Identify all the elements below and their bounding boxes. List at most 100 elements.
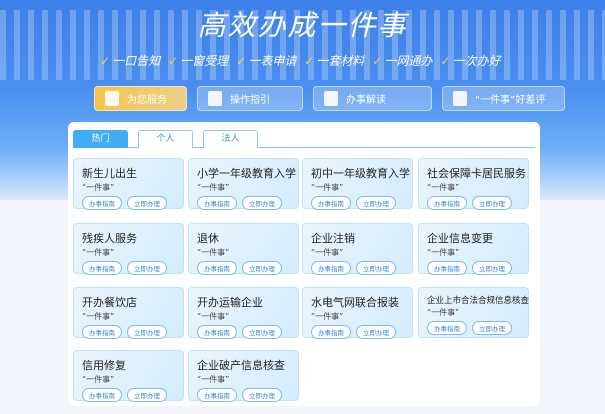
- card-title: 企业信息变更: [427, 232, 493, 245]
- slogans: ✓ 一口告知 ✓ 一窗受理 ✓ 一表申请 ✓ 一套材料 ✓ 一网通办 ✓ 一次办好: [100, 52, 500, 69]
- service-card[interactable]: 企业破产信息核查 “一件事” 办事指南 立即办理: [188, 350, 299, 402]
- apply-button[interactable]: 立即办理: [242, 388, 282, 402]
- service-card[interactable]: 残疾人服务 “一件事” 办事指南 立即办理: [73, 223, 184, 275]
- guide-button[interactable]: 办事指南: [427, 261, 467, 275]
- guide-button[interactable]: 办事指南: [197, 261, 237, 275]
- apply-button[interactable]: 立即办理: [472, 196, 512, 210]
- slogan-text: 一网通办: [384, 54, 433, 68]
- slogan-item: ✓ 一口告知: [100, 52, 160, 69]
- card-subtitle: “一件事”: [311, 183, 344, 192]
- service-card[interactable]: 社会保障卡居民服务 “一件事” 办事指南 立即办理: [418, 158, 529, 210]
- card-subtitle: “一件事”: [82, 248, 115, 257]
- guide-button[interactable]: 办事指南: [82, 196, 122, 210]
- slogan-text: 一次办好: [452, 54, 501, 68]
- card-title: 社会保障卡居民服务: [427, 167, 526, 180]
- nav-book[interactable]: 为您服务: [94, 86, 187, 111]
- service-card[interactable]: 水电气网联合报装 “一件事” 办事指南 立即办理: [302, 287, 413, 339]
- service-card[interactable]: 开办餐饮店 “一件事” 办事指南 立即办理: [73, 287, 184, 339]
- slogan-item: ✓ 一次办好: [440, 52, 500, 69]
- tab-2[interactable]: 法人: [203, 130, 258, 148]
- category-tabs: 热门 个人 法人: [73, 130, 535, 148]
- slogan-text: 一表申请: [248, 54, 297, 68]
- guide-button[interactable]: 办事指南: [82, 325, 122, 339]
- card-title: 开办餐饮店: [82, 296, 137, 309]
- card-title: 退休: [197, 232, 219, 245]
- tab-1[interactable]: 个人: [138, 130, 193, 148]
- top-nav: 为您服务 操作指引 办事解读 “一件事”好差评: [94, 86, 565, 111]
- apply-button[interactable]: 立即办理: [242, 196, 282, 210]
- card-title: 企业破产信息核查: [197, 359, 285, 372]
- card-buttons: 办事指南 立即办理: [311, 325, 412, 339]
- guide-button[interactable]: 办事指南: [82, 388, 122, 402]
- tab-0[interactable]: 热门: [73, 130, 128, 148]
- video-icon: [208, 91, 222, 106]
- card-subtitle: “一件事”: [197, 248, 230, 257]
- apply-button[interactable]: 立即办理: [356, 261, 396, 275]
- apply-button[interactable]: 立即办理: [356, 196, 396, 210]
- card-subtitle: “一件事”: [82, 312, 115, 321]
- service-card[interactable]: 企业注销 “一件事” 办事指南 立即办理: [302, 223, 413, 275]
- document-icon: [324, 91, 338, 106]
- service-card[interactable]: 企业上市合法合规信息核查 “一件事” 办事指南 立即办理: [418, 287, 529, 338]
- review-icon: [453, 91, 467, 106]
- card-title: 信用修复: [82, 359, 126, 372]
- service-card[interactable]: 初中一年级教育入学 “一件事” 办事指南 立即办理: [302, 158, 413, 210]
- card-subtitle: “一件事”: [197, 312, 230, 321]
- apply-button[interactable]: 立即办理: [127, 325, 167, 339]
- card-subtitle: “一件事”: [427, 248, 460, 257]
- card-buttons: 办事指南 立即办理: [197, 261, 298, 275]
- apply-button[interactable]: 立即办理: [127, 388, 167, 402]
- card-subtitle: “一件事”: [197, 375, 230, 384]
- check-icon: ✓: [100, 54, 111, 68]
- nav-label: “一件事”好差评: [475, 95, 546, 106]
- service-card[interactable]: 小学一年级教育入学 “一件事” 办事指南 立即办理: [188, 158, 299, 210]
- card-title: 残疾人服务: [82, 232, 137, 245]
- apply-button[interactable]: 立即办理: [356, 325, 396, 339]
- slogan-item: ✓ 一表申请: [236, 52, 296, 69]
- apply-button[interactable]: 立即办理: [472, 321, 512, 335]
- service-card[interactable]: 退休 “一件事” 办事指南 立即办理: [188, 223, 299, 275]
- slogan-text: 一窗受理: [180, 54, 229, 68]
- guide-button[interactable]: 办事指南: [197, 388, 237, 402]
- card-buttons: 办事指南 立即办理: [82, 261, 183, 275]
- guide-button[interactable]: 办事指南: [82, 261, 122, 275]
- service-card[interactable]: 新生儿出生 “一件事” 办事指南 立即办理: [73, 158, 184, 210]
- service-card[interactable]: 信用修复 “一件事” 办事指南 立即办理: [73, 350, 184, 402]
- apply-button[interactable]: 立即办理: [472, 261, 512, 275]
- apply-button[interactable]: 立即办理: [242, 261, 282, 275]
- nav-label: 操作指引: [230, 95, 270, 106]
- apply-button[interactable]: 立即办理: [127, 196, 167, 210]
- check-icon: ✓: [168, 54, 179, 68]
- nav-review[interactable]: “一件事”好差评: [442, 86, 565, 111]
- guide-button[interactable]: 办事指南: [311, 261, 351, 275]
- card-buttons: 办事指南 立即办理: [311, 196, 412, 210]
- card-buttons: 办事指南 立即办理: [427, 196, 528, 210]
- guide-button[interactable]: 办事指南: [197, 325, 237, 339]
- service-card[interactable]: 开办运输企业 “一件事” 办事指南 立即办理: [188, 287, 299, 339]
- card-subtitle: “一件事”: [311, 312, 344, 321]
- card-buttons: 办事指南 立即办理: [197, 196, 298, 210]
- card-subtitle: “一件事”: [427, 308, 460, 317]
- slogan-item: ✓ 一网通办: [372, 52, 432, 69]
- guide-button[interactable]: 办事指南: [197, 196, 237, 210]
- apply-button[interactable]: 立即办理: [242, 325, 282, 339]
- card-title: 初中一年级教育入学: [311, 167, 410, 180]
- card-subtitle: “一件事”: [427, 183, 460, 192]
- card-subtitle: “一件事”: [197, 183, 230, 192]
- card-title: 新生儿出生: [82, 167, 137, 180]
- guide-button[interactable]: 办事指南: [311, 196, 351, 210]
- page-title: 高效办成一件事: [197, 9, 408, 42]
- card-title: 小学一年级教育入学: [197, 167, 296, 180]
- apply-button[interactable]: 立即办理: [127, 261, 167, 275]
- check-icon: ✓: [440, 54, 451, 68]
- card-title: 企业注销: [311, 232, 355, 245]
- card-subtitle: “一件事”: [82, 183, 115, 192]
- card-buttons: 办事指南 立即办理: [82, 196, 183, 210]
- guide-button[interactable]: 办事指南: [427, 321, 467, 335]
- guide-button[interactable]: 办事指南: [427, 196, 467, 210]
- nav-document[interactable]: 办事解读: [313, 86, 432, 111]
- service-card[interactable]: 企业信息变更 “一件事” 办事指南 立即办理: [418, 223, 529, 275]
- check-icon: ✓: [372, 54, 383, 68]
- guide-button[interactable]: 办事指南: [311, 325, 351, 339]
- nav-video[interactable]: 操作指引: [197, 86, 303, 111]
